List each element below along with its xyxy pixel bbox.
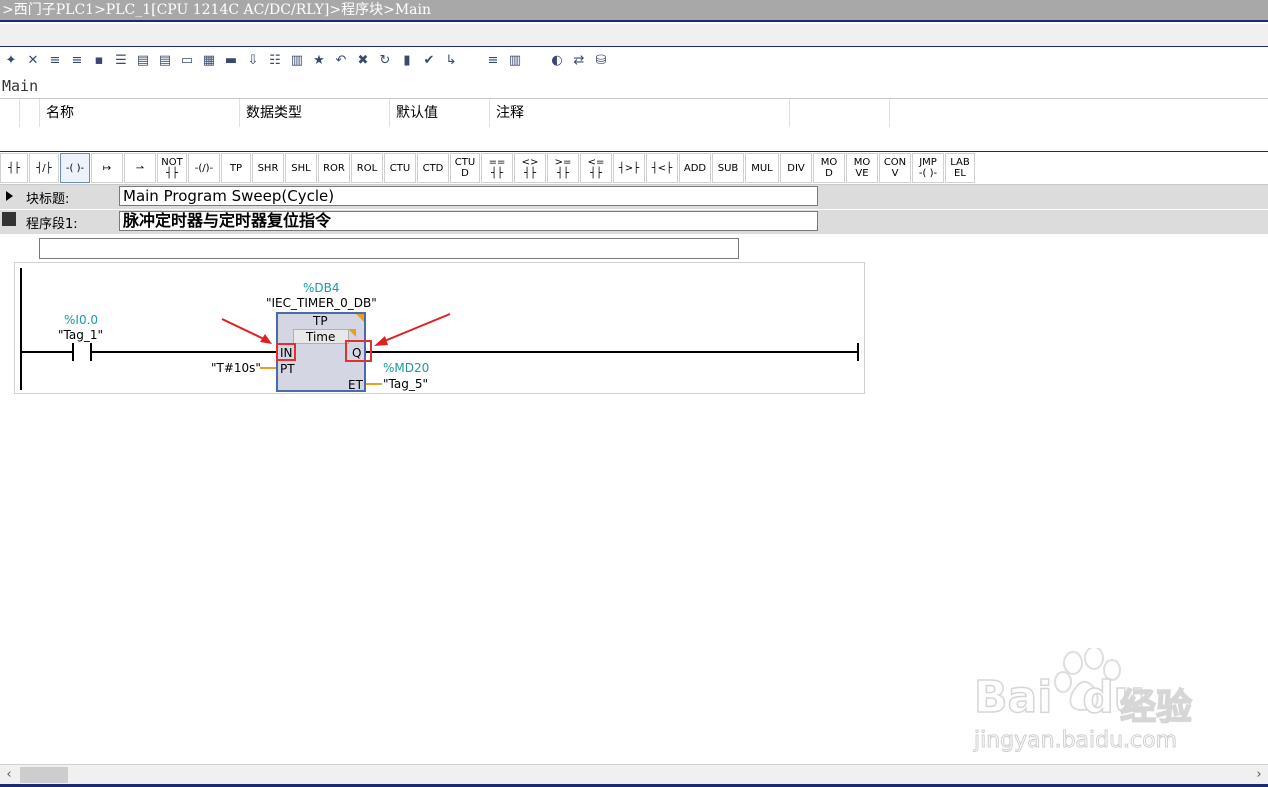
scroll-thumb[interactable] bbox=[20, 767, 68, 783]
q-highlight-box bbox=[345, 340, 372, 362]
horizontal-scrollbar[interactable]: ‹ › bbox=[0, 764, 1268, 785]
db-address: %DB4 bbox=[303, 281, 340, 295]
fb-type: TP bbox=[313, 314, 328, 328]
pt-value[interactable]: "T#10s" bbox=[211, 361, 261, 375]
et-address: %MD20 bbox=[383, 361, 430, 375]
watermark-url: jingyan.baidu.com bbox=[973, 728, 1178, 754]
pin-et[interactable]: ET bbox=[348, 378, 363, 392]
in-highlight-box bbox=[276, 343, 296, 361]
contact-tag[interactable]: "Tag_1" bbox=[58, 328, 103, 342]
watermark-brand: Bai bbox=[973, 671, 1053, 724]
scroll-right-icon[interactable]: › bbox=[1250, 765, 1268, 785]
scroll-left-icon[interactable]: ‹ bbox=[0, 765, 18, 785]
fb-subtype-box[interactable]: Time bbox=[293, 329, 349, 344]
tp-timer-block[interactable]: TP Time IN Q PT ET bbox=[276, 312, 372, 392]
pin-pt[interactable]: PT bbox=[280, 362, 295, 376]
baidu-watermark: Bai du 经验 jingyan.baidu.com bbox=[972, 648, 1212, 758]
watermark-cn: 经验 bbox=[1119, 686, 1193, 729]
contact-address: %I0.0 bbox=[64, 313, 99, 327]
db-name[interactable]: "IEC_TIMER_0_DB" bbox=[266, 296, 377, 310]
dropdown-corner-icon bbox=[348, 329, 356, 337]
et-tag[interactable]: "Tag_5" bbox=[383, 377, 428, 391]
fb-subtype: Time bbox=[306, 330, 336, 344]
corner-marker-icon bbox=[356, 314, 364, 322]
